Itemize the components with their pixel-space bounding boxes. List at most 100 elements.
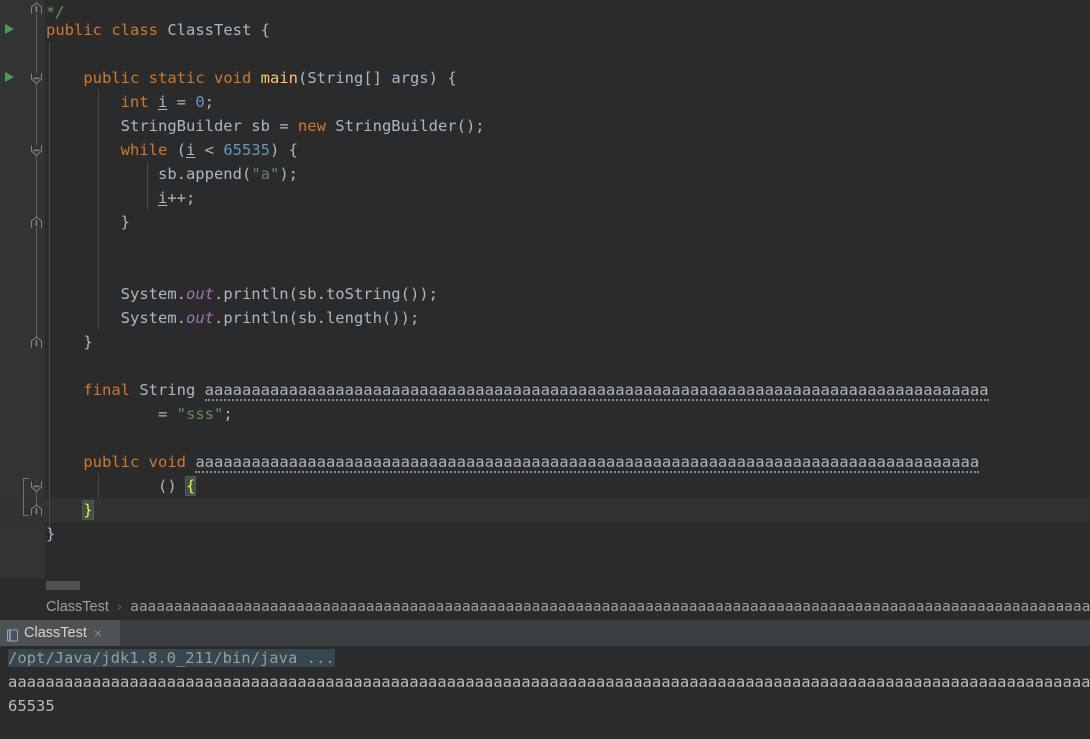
code-token: < bbox=[195, 141, 224, 159]
code-token: i bbox=[157, 93, 168, 111]
fold-collapse-icon[interactable] bbox=[29, 335, 44, 350]
code-line[interactable]: final String aaaaaaaaaaaaaaaaaaaaaaaaaaa… bbox=[46, 378, 989, 402]
code-line[interactable]: int i = 0; bbox=[46, 90, 214, 114]
code-token: StringBuilder(); bbox=[335, 117, 485, 135]
code-token: { bbox=[251, 21, 270, 39]
code-line[interactable]: i++; bbox=[46, 186, 195, 210]
code-token: = bbox=[167, 93, 196, 111]
code-editor[interactable]: */public class ClassTest { public static… bbox=[0, 0, 1090, 578]
code-line[interactable]: } bbox=[46, 210, 130, 234]
intellij-idea-window: */public class ClassTest { public static… bbox=[0, 0, 1090, 739]
code-token: out bbox=[185, 309, 214, 327]
code-token: public bbox=[83, 453, 149, 471]
code-token: } bbox=[46, 333, 93, 351]
code-content[interactable]: */public class ClassTest { public static… bbox=[46, 0, 1090, 578]
breadcrumb-class[interactable]: ClassTest bbox=[0, 599, 109, 615]
run-main-method-run-triangle-icon[interactable] bbox=[2, 70, 16, 84]
code-line[interactable]: public class ClassTest { bbox=[46, 18, 270, 42]
code-token: ClassTest bbox=[167, 21, 252, 39]
breadcrumb-separator-icon: › bbox=[115, 600, 124, 614]
fold-guide-line-class bbox=[36, 14, 37, 344]
code-token: } bbox=[46, 525, 56, 543]
code-token: String[] args bbox=[307, 69, 429, 87]
code-token: ) { bbox=[270, 141, 299, 159]
code-token: { bbox=[184, 476, 197, 496]
close-icon[interactable]: × bbox=[94, 626, 102, 640]
code-line[interactable]: while (i < 65535) { bbox=[46, 138, 298, 162]
code-line[interactable]: } bbox=[46, 330, 93, 354]
code-token: i bbox=[186, 141, 196, 159]
code-line[interactable]: System.out.println(sb.length()); bbox=[46, 306, 420, 330]
code-token: public bbox=[46, 21, 112, 39]
code-token: main bbox=[260, 69, 298, 87]
console-command-line: /opt/Java/jdk1.8.0_211/bin/java ... bbox=[0, 646, 335, 670]
code-line[interactable]: = "sss"; bbox=[46, 402, 233, 426]
code-token: ) { bbox=[428, 69, 457, 87]
console-output-line: aaaaaaaaaaaaaaaaaaaaaaaaaaaaaaaaaaaaaaaa… bbox=[8, 673, 1090, 691]
fold-collapse-icon[interactable] bbox=[29, 215, 44, 230]
code-token: } bbox=[46, 213, 130, 231]
code-token: void bbox=[148, 453, 196, 471]
fold-expand-icon[interactable] bbox=[29, 143, 44, 158]
code-token: while bbox=[120, 141, 177, 159]
code-token: aaaaaaaaaaaaaaaaaaaaaaaaaaaaaaaaaaaaaaaa… bbox=[204, 381, 989, 401]
code-token: aaaaaaaaaaaaaaaaaaaaaaaaaaaaaaaaaaaaaaaa… bbox=[195, 453, 980, 473]
code-line[interactable]: StringBuilder sb = new StringBuilder(); bbox=[46, 114, 485, 138]
console-output-line: 65535 bbox=[8, 697, 55, 715]
fold-expand-icon[interactable] bbox=[29, 479, 44, 494]
code-token: int bbox=[120, 93, 158, 111]
run-class-run-triangle-icon[interactable] bbox=[2, 22, 16, 36]
code-token: .println(sb.length()); bbox=[213, 309, 420, 327]
code-token: sb.append( bbox=[46, 165, 252, 183]
code-token: ; bbox=[223, 405, 233, 423]
code-token: void bbox=[213, 69, 261, 87]
console-output[interactable]: /opt/Java/jdk1.8.0_211/bin/java ... aaaa… bbox=[0, 646, 1090, 739]
code-token: ++; bbox=[167, 189, 196, 207]
run-tool-window: ClassTest × /opt/Java/jdk1.8.0_211/bin/j… bbox=[0, 620, 1090, 739]
code-token: ; bbox=[204, 93, 215, 111]
code-line[interactable]: public void aaaaaaaaaaaaaaaaaaaaaaaaaaaa… bbox=[46, 450, 980, 474]
code-token: () bbox=[46, 477, 186, 495]
code-token: ); bbox=[279, 165, 298, 183]
code-token: "a" bbox=[251, 165, 280, 183]
code-token: public bbox=[83, 69, 149, 87]
code-token: ( bbox=[297, 69, 308, 87]
breadcrumb-member[interactable]: aaaaaaaaaaaaaaaaaaaaaaaaaaaaaaaaaaaaaaaa… bbox=[130, 599, 1090, 615]
fold-collapse-icon[interactable] bbox=[29, 1, 44, 16]
code-token: 65535 bbox=[223, 141, 271, 159]
breadcrumb[interactable]: ClassTest › aaaaaaaaaaaaaaaaaaaaaaaaaaaa… bbox=[0, 594, 1090, 620]
code-token: = bbox=[46, 405, 177, 423]
code-token: final bbox=[83, 381, 140, 399]
code-line[interactable]: public static void main(String[] args) { bbox=[46, 66, 457, 90]
code-token: i bbox=[157, 189, 168, 207]
code-line[interactable]: System.out.println(sb.toString()); bbox=[46, 282, 438, 306]
code-token: System. bbox=[46, 309, 186, 327]
console-command-text: /opt/Java/jdk1.8.0_211/bin/java ... bbox=[8, 649, 335, 667]
code-line[interactable]: () { bbox=[46, 474, 197, 498]
code-token: class bbox=[111, 21, 168, 39]
code-token: String bbox=[139, 381, 205, 399]
editor-hscrollbar-track[interactable] bbox=[46, 578, 1090, 590]
code-token: ( bbox=[176, 141, 186, 159]
code-token: "sss" bbox=[176, 405, 224, 423]
code-token: new bbox=[297, 117, 336, 135]
fold-collapse-icon[interactable] bbox=[29, 503, 44, 518]
code-line[interactable]: } bbox=[46, 498, 94, 522]
run-tab-bar: ClassTest × bbox=[0, 620, 1090, 646]
code-token: static bbox=[148, 69, 214, 87]
fold-expand-icon[interactable] bbox=[29, 71, 44, 86]
code-token: out bbox=[185, 285, 214, 303]
code-line[interactable]: } bbox=[46, 522, 55, 546]
code-line[interactable]: sb.append("a"); bbox=[46, 162, 298, 186]
run-tab-label: ClassTest bbox=[24, 625, 87, 641]
code-token: System. bbox=[46, 285, 186, 303]
editor-hscrollbar-thumb[interactable] bbox=[46, 581, 80, 590]
run-tab-classtest[interactable]: ClassTest × bbox=[0, 620, 120, 646]
java-class-icon bbox=[6, 627, 19, 641]
